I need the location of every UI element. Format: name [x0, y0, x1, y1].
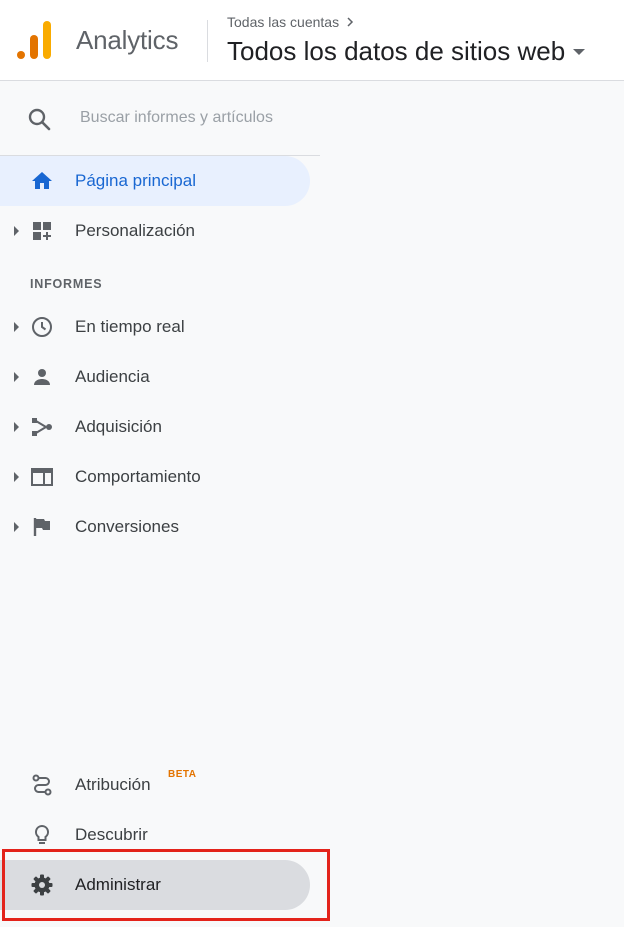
merge-icon [32, 418, 52, 436]
nav-attribution[interactable]: Atribución BETA [0, 760, 310, 810]
nav-label: Adquisición [75, 417, 162, 436]
nav-label: Conversiones [75, 517, 179, 536]
nav-home[interactable]: Página principal [0, 156, 310, 206]
web-layout-icon [31, 468, 53, 486]
clock-icon [32, 317, 52, 337]
nav-label: Comportamiento [75, 467, 201, 486]
nav-acquisition[interactable]: Adquisición [0, 402, 310, 452]
nav-realtime[interactable]: En tiempo real [0, 302, 310, 352]
flag-icon [33, 518, 50, 536]
search-input[interactable] [80, 106, 310, 130]
analytics-logo-icon[interactable] [17, 21, 53, 59]
expand-arrow-icon [14, 472, 19, 482]
gear-icon [31, 874, 53, 896]
expand-arrow-icon [14, 422, 19, 432]
breadcrumb-label: Todas las cuentas [227, 14, 340, 30]
expand-arrow-icon [14, 522, 19, 532]
header-divider [207, 20, 208, 62]
nav-label: Descubrir [75, 825, 148, 844]
expand-arrow-icon [14, 372, 19, 382]
property-name: Todos los datos de sitios web [227, 36, 566, 66]
search-icon[interactable] [27, 107, 51, 131]
nav-label: Página principal [75, 171, 196, 190]
nav-label: Personalización [75, 221, 196, 240]
property-selector[interactable]: Todos los datos de sitios web [227, 36, 586, 67]
dashboard-add-icon [33, 222, 51, 240]
top-bar: Analytics Todas las cuentas Todos los da… [0, 0, 624, 81]
nav-label: Audiencia [75, 367, 150, 386]
search-bar [0, 82, 320, 156]
dropdown-caret-icon [573, 48, 586, 55]
nav-customization[interactable]: Personalización [0, 206, 310, 256]
home-icon [32, 172, 52, 189]
attribution-path-icon [32, 774, 52, 796]
nav-label: Administrar [75, 875, 161, 894]
nav-label: Atribución [75, 775, 151, 794]
reports-section-title: INFORMES [30, 277, 103, 291]
nav-audience[interactable]: Audiencia [0, 352, 310, 402]
nav-behavior[interactable]: Comportamiento [0, 452, 310, 502]
nav-admin[interactable]: Administrar [0, 860, 310, 910]
app-name[interactable]: Analytics [76, 25, 178, 56]
nav-label: En tiempo real [75, 317, 185, 336]
expand-arrow-icon [14, 322, 19, 332]
nav-discover[interactable]: Descubrir [0, 810, 310, 860]
lightbulb-icon [34, 824, 50, 844]
beta-badge: BETA [168, 769, 197, 780]
account-breadcrumb[interactable]: Todas las cuentas [227, 14, 355, 30]
person-icon [34, 369, 50, 385]
expand-arrow-icon [14, 226, 19, 236]
chevron-right-icon [347, 17, 354, 27]
nav-conversions[interactable]: Conversiones [0, 502, 310, 552]
